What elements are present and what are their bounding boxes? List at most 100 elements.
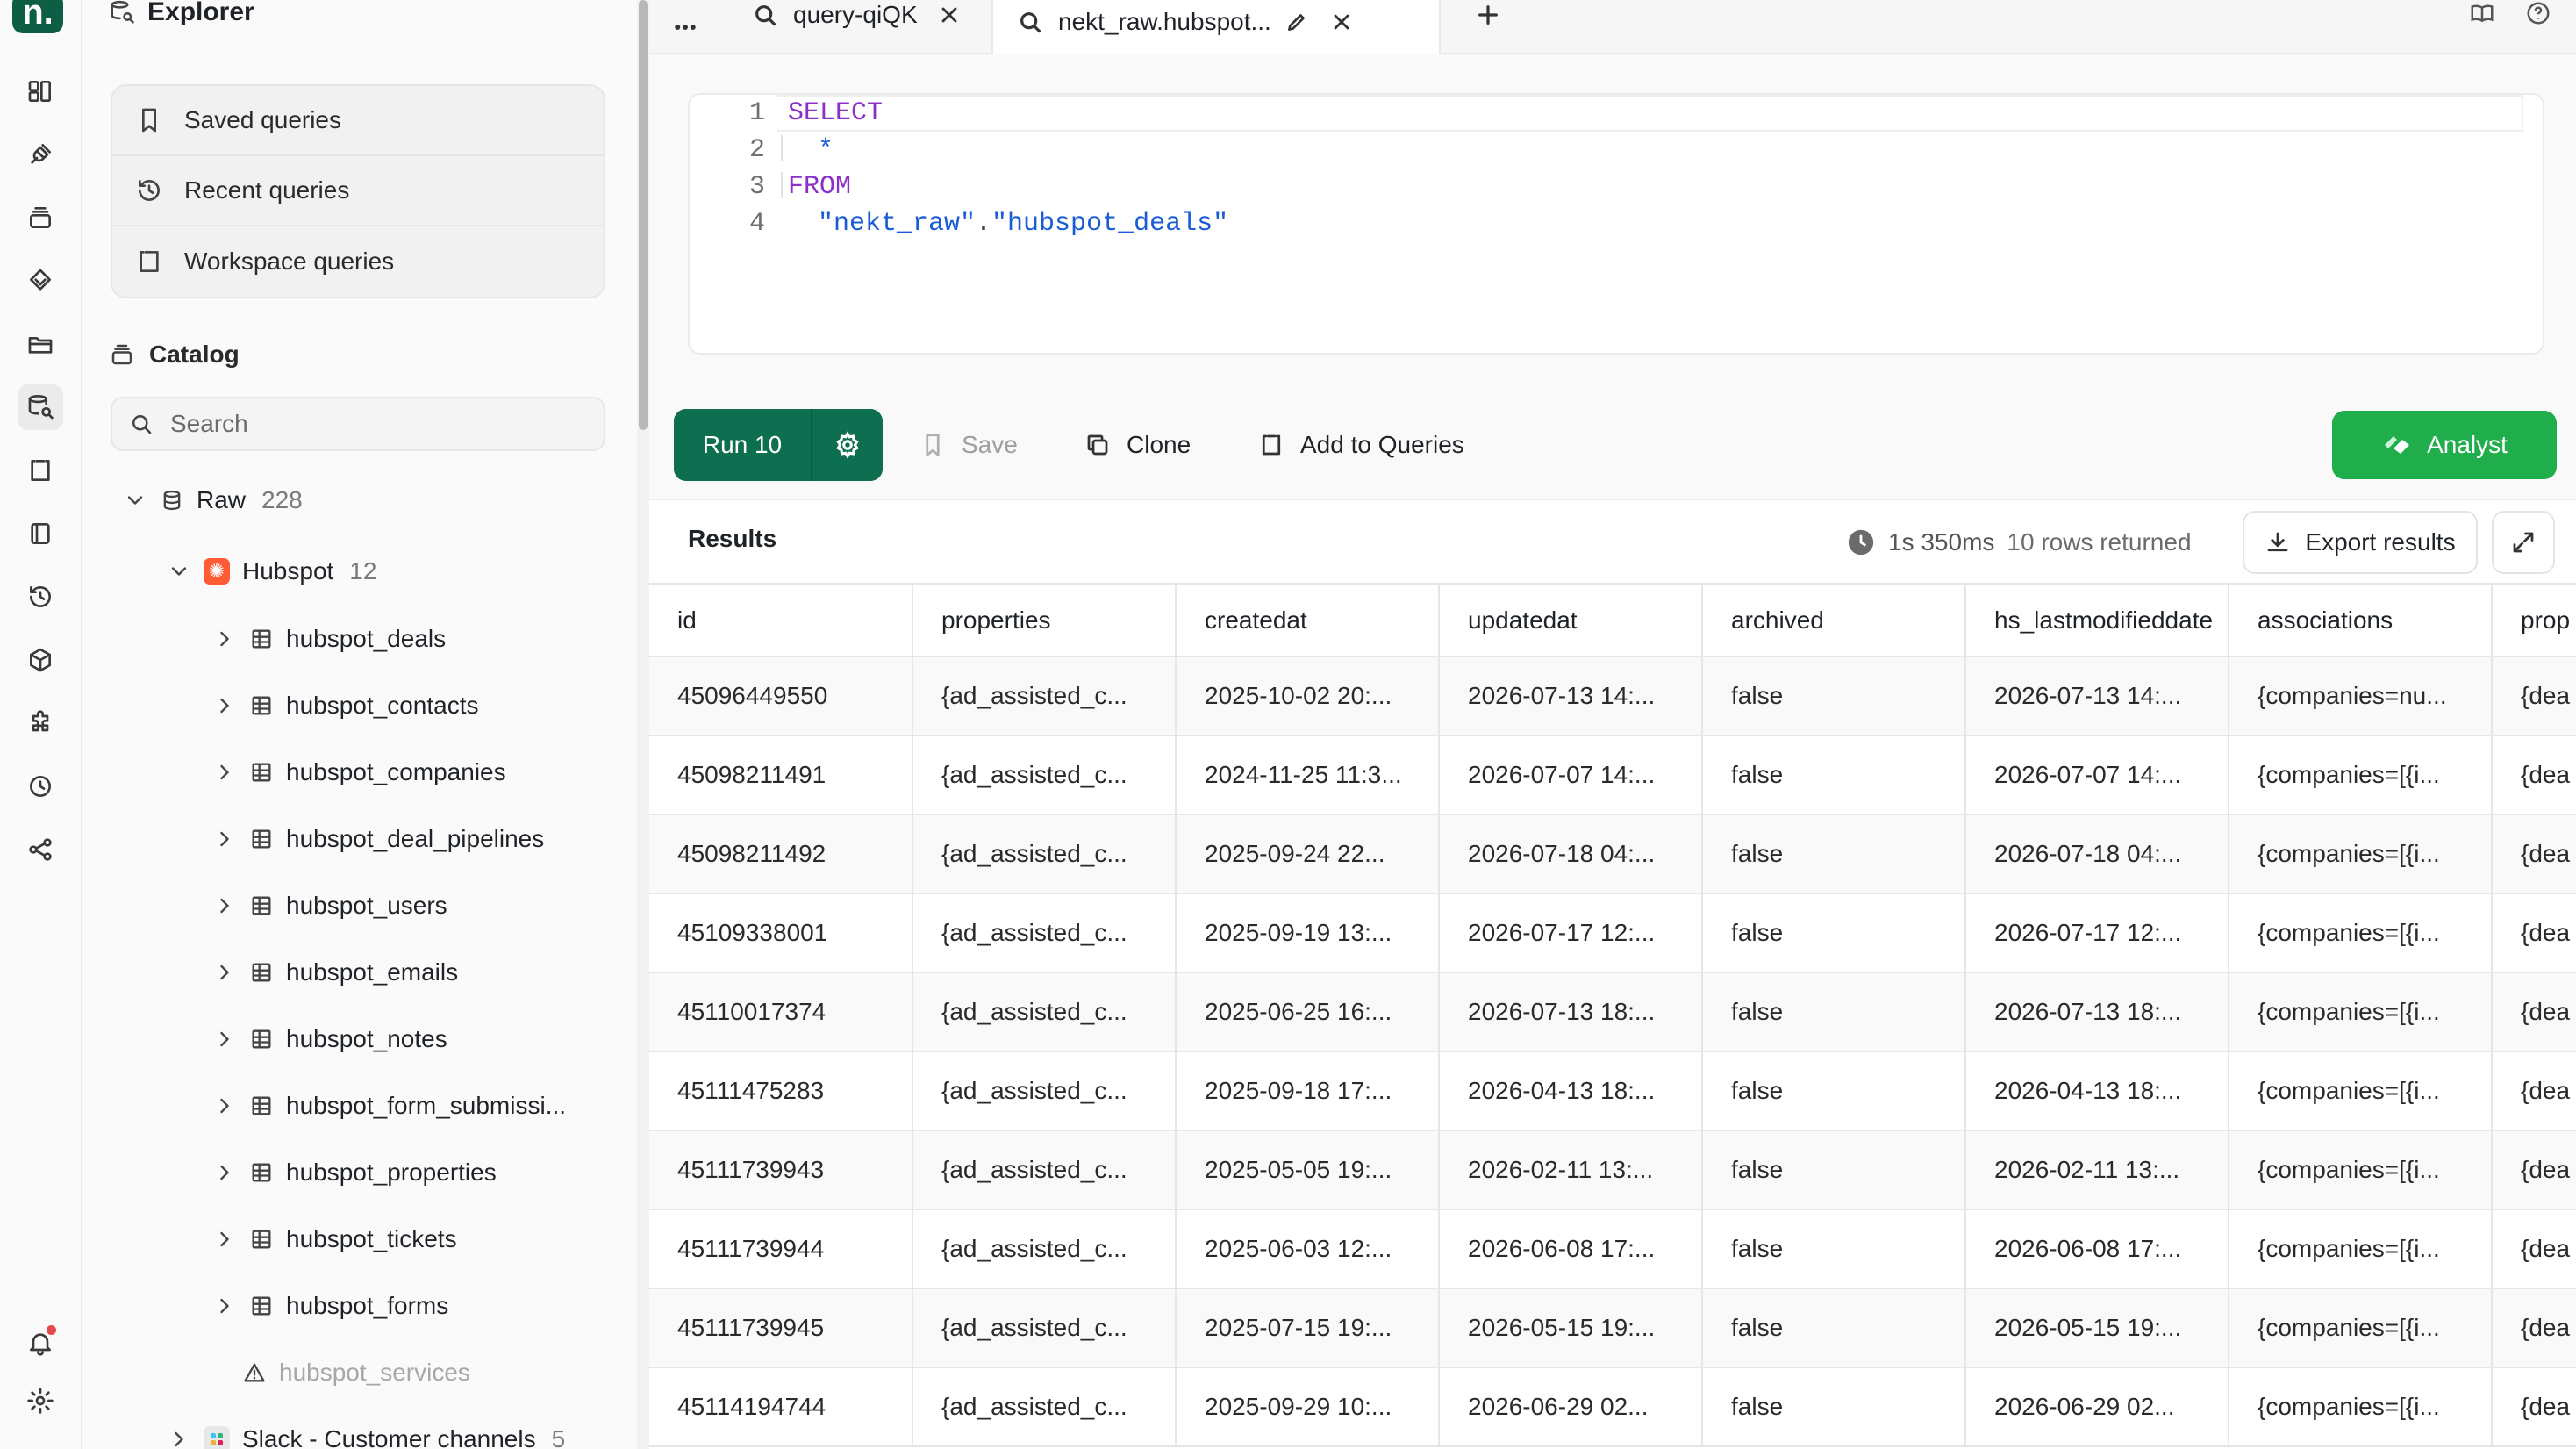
table-cell[interactable]: false [1702, 1367, 1966, 1447]
table-cell[interactable]: {dea [2492, 814, 2576, 894]
table-cell[interactable]: {companies=[{i... [2229, 814, 2493, 894]
table-cell[interactable]: 45114194744 [649, 1367, 913, 1447]
close-icon[interactable] [937, 1, 962, 29]
docs-button[interactable] [2469, 0, 2495, 26]
analyst-button[interactable]: Analyst [2332, 411, 2557, 479]
sidebar-scrollbar-thumb[interactable] [639, 0, 648, 430]
table-cell[interactable]: false [1702, 1288, 1966, 1368]
explorer-nav-button[interactable] [18, 384, 63, 430]
table-cell[interactable]: false [1702, 893, 1966, 973]
table-cell[interactable]: 2025-09-24 22... [1176, 814, 1440, 894]
table-cell[interactable]: {dea [2492, 972, 2576, 1052]
sql-editor[interactable]: 1 SELECT 2 * 3 FROM 4 "nekt_raw"."hubspo… [688, 93, 2544, 355]
tab-query-qiqk[interactable]: query-qiQK [723, 0, 962, 42]
run-button[interactable]: Run 10 [674, 409, 812, 481]
tree-table-hubspot-notes[interactable]: hubspot_notes [212, 1013, 447, 1065]
table-cell[interactable]: 45109338001 [649, 893, 913, 973]
table-cell[interactable]: 2026-07-13 14:... [1439, 656, 1703, 736]
table-cell[interactable]: {ad_assisted_c... [912, 735, 1177, 815]
table-row[interactable]: 45098211492 {ad_assisted_c... 2025-09-24 2… [649, 814, 2576, 894]
table-cell[interactable]: false [1702, 1051, 1966, 1131]
table-cell[interactable]: {ad_assisted_c... [912, 1288, 1177, 1368]
table-cell[interactable]: 2025-09-19 13:... [1176, 893, 1440, 973]
saved-queries-item[interactable]: Saved queries [112, 86, 604, 156]
table-cell[interactable]: 2026-07-18 04:... [1965, 814, 2229, 894]
column-header[interactable]: properties [912, 585, 1177, 657]
table-cell[interactable]: 2026-06-08 17:... [1439, 1209, 1703, 1289]
table-cell[interactable]: 45111739945 [649, 1288, 913, 1368]
results-grid[interactable]: id properties createdat updatedat archived hs… [649, 585, 2576, 1449]
table-cell[interactable]: 2026-06-08 17:... [1965, 1209, 2229, 1289]
column-header[interactable]: archived [1702, 585, 1966, 657]
table-cell[interactable]: 45096449550 [649, 656, 913, 736]
table-cell[interactable]: 2026-07-17 12:... [1439, 893, 1703, 973]
dashboard-nav-button[interactable] [18, 68, 63, 114]
notebooks-nav-button[interactable] [18, 511, 63, 556]
tab-nekt-raw-hubspot[interactable]: nekt_raw.hubspot... [991, 0, 1441, 56]
column-header[interactable]: hs_lastmodifieddate [1965, 585, 2229, 657]
table-cell[interactable]: 45098211491 [649, 735, 913, 815]
table-cell[interactable]: false [1702, 656, 1966, 736]
table-cell[interactable]: 2026-02-11 13:... [1965, 1130, 2229, 1210]
tree-table-hubspot-companies[interactable]: hubspot_companies [212, 746, 506, 799]
table-cell[interactable]: 2026-05-15 19:... [1965, 1288, 2229, 1368]
table-cell[interactable]: {ad_assisted_c... [912, 1367, 1177, 1447]
table-cell[interactable]: false [1702, 735, 1966, 815]
table-cell[interactable]: {ad_assisted_c... [912, 814, 1177, 894]
integrations-nav-button[interactable] [18, 700, 63, 746]
table-cell[interactable]: 45098211492 [649, 814, 913, 894]
table-cell[interactable]: 2025-06-03 12:... [1176, 1209, 1440, 1289]
table-row[interactable]: 45111475283 {ad_assisted_c... 2025-09-18 1… [649, 1051, 2576, 1131]
tree-table-hubspot-properties[interactable]: hubspot_properties [212, 1146, 497, 1199]
table-cell[interactable]: {dea [2492, 893, 2576, 973]
table-cell[interactable]: 2025-09-18 17:... [1176, 1051, 1440, 1131]
table-cell[interactable]: {ad_assisted_c... [912, 972, 1177, 1052]
table-cell[interactable]: {ad_assisted_c... [912, 1209, 1177, 1289]
tree-table-hubspot-contacts[interactable]: hubspot_contacts [212, 679, 479, 732]
schedules-nav-button[interactable] [18, 764, 63, 809]
packages-nav-button[interactable] [18, 637, 63, 683]
table-cell[interactable]: {dea [2492, 656, 2576, 736]
settings-nav-button[interactable] [18, 1378, 63, 1424]
table-cell[interactable]: 2025-06-25 16:... [1176, 972, 1440, 1052]
table-row[interactable]: 45114194744 {ad_assisted_c... 2025-09-29 1… [649, 1367, 2576, 1447]
table-cell[interactable]: false [1702, 1130, 1966, 1210]
table-cell[interactable]: {ad_assisted_c... [912, 1051, 1177, 1131]
lineage-nav-button[interactable] [18, 827, 63, 872]
table-row[interactable]: 45096449550 {ad_assisted_c... 2025-10-02 2… [649, 656, 2576, 736]
table-cell[interactable]: {ad_assisted_c... [912, 1130, 1177, 1210]
workspace-queries-item[interactable]: Workspace queries [112, 226, 604, 297]
column-header[interactable]: associations [2229, 585, 2493, 657]
table-cell[interactable]: {companies=[{i... [2229, 1209, 2493, 1289]
notifications-nav-button[interactable] [18, 1320, 63, 1366]
transform-nav-button[interactable] [18, 258, 63, 304]
save-button[interactable]: Save [919, 409, 1018, 481]
table-cell[interactable]: {dea [2492, 1209, 2576, 1289]
table-cell[interactable]: {companies=[{i... [2229, 735, 2493, 815]
table-cell[interactable]: false [1702, 972, 1966, 1052]
table-cell[interactable]: 45111739943 [649, 1130, 913, 1210]
table-cell[interactable]: 2026-06-29 02... [1965, 1367, 2229, 1447]
help-button[interactable] [2525, 0, 2551, 26]
add-to-queries-button[interactable]: Add to Queries [1258, 409, 1464, 481]
tree-table-hubspot-users[interactable]: hubspot_users [212, 879, 447, 932]
table-cell[interactable]: 2026-06-29 02... [1439, 1367, 1703, 1447]
table-cell[interactable]: {companies=[{i... [2229, 1367, 2493, 1447]
table-cell[interactable]: 45111475283 [649, 1051, 913, 1131]
app-logo[interactable]: n. [12, 0, 63, 33]
catalog-search-input[interactable] [170, 410, 583, 438]
tree-table-hubspot-tickets[interactable]: hubspot_tickets [212, 1213, 457, 1266]
table-cell[interactable]: 2026-02-11 13:... [1439, 1130, 1703, 1210]
column-header[interactable]: updatedat [1439, 585, 1703, 657]
table-cell[interactable]: 2026-07-07 14:... [1439, 735, 1703, 815]
column-header[interactable]: prop [2492, 585, 2576, 657]
table-cell[interactable]: false [1702, 814, 1966, 894]
close-icon[interactable] [1329, 8, 1354, 36]
table-cell[interactable]: 2026-07-18 04:... [1439, 814, 1703, 894]
table-cell[interactable]: 2026-04-13 18:... [1439, 1051, 1703, 1131]
table-cell[interactable]: {dea [2492, 1288, 2576, 1368]
sources-nav-button[interactable] [18, 132, 63, 177]
table-cell[interactable]: {companies=[{i... [2229, 1051, 2493, 1131]
tree-table-hubspot-emails[interactable]: hubspot_emails [212, 946, 458, 999]
table-cell[interactable]: 2026-05-15 19:... [1439, 1288, 1703, 1368]
